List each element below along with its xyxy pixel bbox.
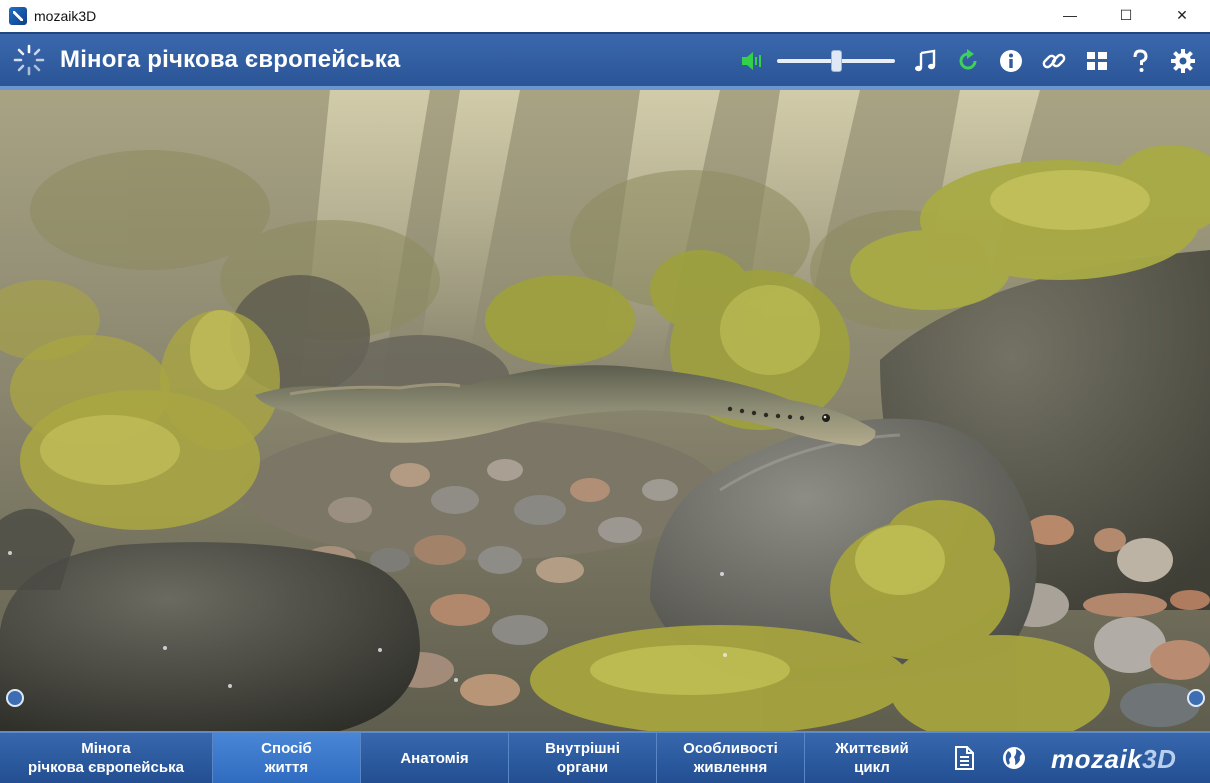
- tab-lifestyle[interactable]: Спосіб життя: [213, 733, 361, 783]
- music-icon[interactable]: [903, 41, 946, 81]
- minimize-button[interactable]: —: [1042, 0, 1098, 30]
- grid-icon[interactable]: [1075, 41, 1118, 81]
- tab-label-line2: цикл: [854, 759, 890, 776]
- tab-label-line1: Спосіб: [261, 740, 312, 757]
- app-header: Мінога річкова європейська: [0, 32, 1210, 90]
- tab-label-line2: життя: [264, 759, 309, 776]
- page-title: Мінога річкова європейська: [60, 46, 401, 73]
- globe-icon[interactable]: [989, 738, 1039, 778]
- loading-spinner-icon[interactable]: [12, 43, 46, 77]
- window-controls: — ☐ ✕: [1042, 0, 1210, 32]
- brand-main: mozaik: [1051, 743, 1143, 774]
- tab-label-line2: живлення: [693, 759, 768, 776]
- brand-suffix: 3D: [1142, 743, 1177, 774]
- tab-feeding[interactable]: Особливості живлення: [657, 733, 805, 783]
- maximize-button[interactable]: ☐: [1098, 0, 1154, 30]
- tab-label-line1: Внутрішні: [545, 740, 620, 757]
- document-icon[interactable]: [939, 738, 989, 778]
- tab-label-line1: Анатомія: [400, 749, 469, 767]
- tab-label-line1: Життєвий: [835, 740, 909, 757]
- tab-label-line1: Мінога: [81, 740, 131, 757]
- tab-label-line2: річкова європейська: [28, 759, 184, 776]
- window-titlebar: mozaik3D — ☐ ✕: [0, 0, 1210, 32]
- bottom-navigation: Мінога річкова європейська Спосіб життя Ан…: [0, 731, 1210, 783]
- mozaik3d-logo: mozaik3D: [1051, 744, 1176, 775]
- volume-slider[interactable]: [777, 41, 895, 81]
- tab-internal-organs[interactable]: Внутрішні органи: [509, 733, 657, 783]
- header-toolbar: [730, 34, 1210, 88]
- refresh-icon[interactable]: [946, 41, 989, 81]
- info-icon[interactable]: [989, 41, 1032, 81]
- tab-life-cycle[interactable]: Життєвий цикл: [805, 733, 939, 783]
- link-icon[interactable]: [1032, 41, 1075, 81]
- help-icon[interactable]: [1118, 41, 1161, 81]
- speaker-icon[interactable]: [730, 41, 773, 81]
- gear-icon[interactable]: [1161, 41, 1204, 81]
- app-logo-icon: [9, 7, 27, 25]
- underwater-scene: [0, 90, 1210, 731]
- scene-viewport[interactable]: [0, 90, 1210, 731]
- window-title: mozaik3D: [34, 8, 97, 24]
- tab-label-line2: органи: [556, 759, 609, 776]
- close-button[interactable]: ✕: [1154, 0, 1210, 30]
- bottom-toolbar: mozaik3D: [939, 733, 1176, 783]
- scene-nav-right-button[interactable]: [1187, 689, 1205, 707]
- tab-lamprey[interactable]: Мінога річкова європейська: [0, 733, 213, 783]
- scene-nav-left-button[interactable]: [6, 689, 24, 707]
- tab-anatomy[interactable]: Анатомія: [361, 733, 509, 783]
- tab-label-line1: Особливості: [683, 740, 778, 757]
- volume-slider-thumb[interactable]: [831, 50, 842, 72]
